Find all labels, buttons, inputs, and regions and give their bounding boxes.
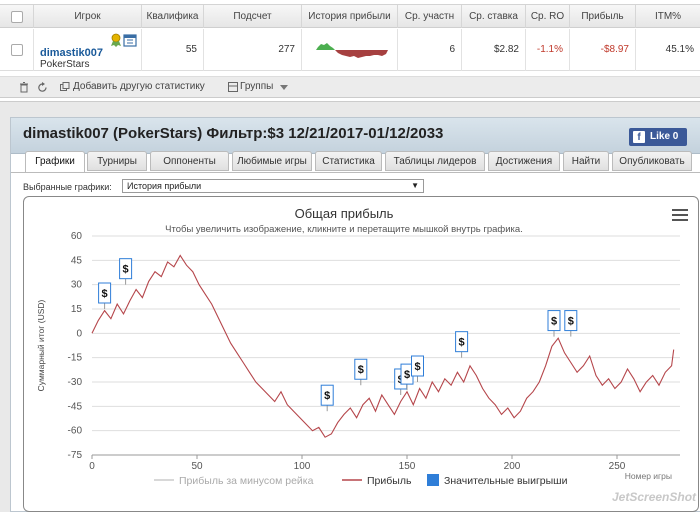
trash-icon[interactable] <box>19 82 29 93</box>
tab-leaderboards[interactable]: Таблицы лидеров <box>385 151 485 171</box>
profit-history-cell <box>302 29 398 71</box>
avg-entrants-value: 6 <box>398 29 462 71</box>
profit-value: -$8.97 <box>570 29 636 71</box>
y-tick-label: -15 <box>68 353 83 364</box>
x-tick-label: 200 <box>504 461 521 472</box>
player-site: PokerStars <box>40 59 90 70</box>
y-tick-label: 0 <box>76 328 82 339</box>
chart-select[interactable]: История прибыли ▼ <box>122 179 424 193</box>
x-tick-label: 150 <box>399 461 416 472</box>
watermark: JetScreenShot <box>612 490 697 504</box>
selected-charts-label: Выбранные графики: <box>23 182 112 192</box>
x-tick-label: 0 <box>89 461 95 472</box>
legend-label-significant-wins: Значительные выигрыши <box>444 475 568 487</box>
select-arrow-icon: ▼ <box>411 181 419 190</box>
x-tick-label: 50 <box>191 461 203 472</box>
y-tick-label: 45 <box>71 255 83 266</box>
sparkline-negative <box>335 50 388 58</box>
y-tick-label: 15 <box>71 304 83 315</box>
panel-header: dimastik007 (PokerStars) Фильтр:$3 12/21… <box>11 118 700 154</box>
tab-tournaments[interactable]: Турниры <box>87 151 147 171</box>
column-header-profit[interactable]: Прибыль <box>570 5 636 28</box>
add-stats-icon[interactable] <box>60 82 70 92</box>
marker-dollar-icon: $ <box>102 288 108 300</box>
avg-roi-value: -1.1% <box>526 29 570 71</box>
like-label: Like 0 <box>650 131 679 142</box>
chevron-down-icon[interactable] <box>280 85 288 91</box>
column-header-avg-stake[interactable]: Ср. ставка <box>462 5 526 28</box>
chart-frame[interactable]: Общая прибыль Чтобы увеличить изображение… <box>23 196 699 512</box>
series-line-profit <box>91 254 675 438</box>
chart-select-value: История прибыли <box>127 181 202 191</box>
facebook-icon: f <box>633 131 645 143</box>
refresh-icon[interactable] <box>37 82 48 93</box>
tab-achievements[interactable]: Достижения <box>488 151 560 171</box>
table-header: Игрок Квалифика Подсчет История прибыли … <box>0 4 700 28</box>
column-header-qualification[interactable]: Квалифика <box>142 5 204 28</box>
x-tick-label: 250 <box>609 461 626 472</box>
column-header-profit-history[interactable]: История прибыли <box>302 5 398 28</box>
marker-dollar-icon: $ <box>551 316 557 328</box>
sparkline-positive <box>316 43 335 50</box>
tab-charts[interactable]: Графики <box>25 151 85 173</box>
column-header-avg-entrants[interactable]: Ср. участн <box>398 5 462 28</box>
x-axis-label: Номер игры <box>625 471 672 481</box>
marker-dollar-icon: $ <box>459 337 465 349</box>
legend-swatch-significant-wins <box>427 474 439 486</box>
tab-favorite-games[interactable]: Любимые игры <box>232 151 312 171</box>
table-toolbar: Добавить другую статистику Группы <box>0 76 700 98</box>
header-select-all[interactable] <box>0 5 34 28</box>
chart-subtitle: Чтобы увеличить изображение, кликните и … <box>165 224 523 235</box>
y-tick-label: -30 <box>68 377 83 388</box>
column-header-count[interactable]: Подсчет <box>204 5 302 28</box>
y-tick-label: -60 <box>68 426 83 437</box>
tab-publish[interactable]: Опубликовать <box>612 151 692 171</box>
y-axis-label: Суммарный итог (USD) <box>36 299 46 391</box>
row-checkbox[interactable] <box>11 44 23 56</box>
avg-stake-value: $2.82 <box>462 29 526 71</box>
marker-dollar-icon: $ <box>414 361 420 373</box>
marker-dollar-icon: $ <box>404 369 410 381</box>
tab-search[interactable]: Найти <box>563 151 609 171</box>
panel-title: dimastik007 (PokerStars) Фильтр:$3 12/21… <box>23 125 444 142</box>
select-all-checkbox[interactable] <box>11 11 23 23</box>
sparkline <box>316 43 388 58</box>
column-header-avg-roi[interactable]: Ср. RO <box>526 5 570 28</box>
chart-title: Общая прибыль <box>295 206 394 221</box>
marker-dollar-icon: $ <box>358 364 364 376</box>
table-row[interactable]: 55 277 6 $2.82 -1.1% -$8.97 45.1% <box>0 29 700 71</box>
y-tick-label: 60 <box>71 231 83 242</box>
legend-label-net-profit: Прибыль за минусом рейка <box>179 475 314 487</box>
x-tick-label: 100 <box>294 461 311 472</box>
groups-button[interactable]: Группы <box>240 81 273 92</box>
itm-value: 45.1% <box>665 44 694 55</box>
calendar-icon[interactable] <box>123 33 137 47</box>
y-tick-label: -45 <box>68 401 83 412</box>
stats-table: Игрок Квалифика Подсчет История прибыли … <box>0 0 700 102</box>
legend-label-profit: Прибыль <box>367 475 412 487</box>
profit-chart[interactable]: Общая прибыль Чтобы увеличить изображение… <box>24 197 698 511</box>
add-stats-button[interactable]: Добавить другую статистику <box>73 81 205 92</box>
marker-dollar-icon: $ <box>568 316 574 328</box>
qualification-value: 55 <box>142 29 204 71</box>
tab-statistics[interactable]: Статистика <box>315 151 382 171</box>
player-name-link[interactable]: dimastik007 <box>40 47 103 59</box>
y-tick-label: -75 <box>68 450 83 461</box>
count-value: 277 <box>204 29 302 71</box>
award-icon <box>111 33 121 47</box>
tab-opponents[interactable]: Оппоненты <box>150 151 229 171</box>
column-header-itm[interactable]: ITM% <box>636 5 700 28</box>
marker-dollar-icon: $ <box>123 264 129 276</box>
tab-divider <box>11 172 700 173</box>
row-select-cell[interactable] <box>0 29 34 71</box>
column-header-player[interactable]: Игрок <box>34 5 142 28</box>
groups-icon[interactable] <box>228 82 238 92</box>
marker-dollar-icon: $ <box>324 390 330 402</box>
y-tick-label: 30 <box>71 280 83 291</box>
player-panel: dimastik007 (PokerStars) Фильтр:$3 12/21… <box>10 117 700 512</box>
facebook-like-button[interactable]: f Like 0 <box>629 128 687 146</box>
